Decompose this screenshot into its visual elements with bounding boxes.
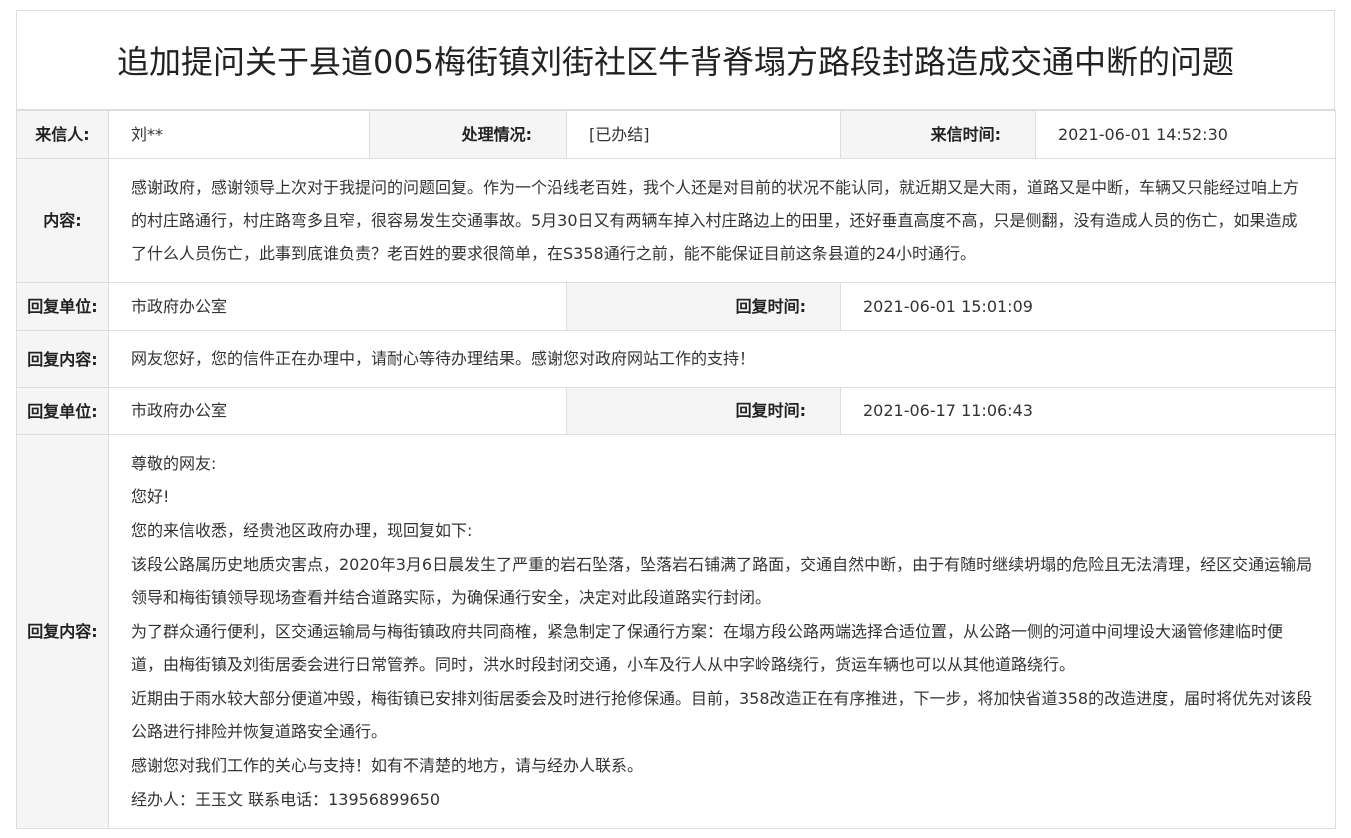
reply1-content-row: 回复内容: 网友您好，您的信件正在办理中，请耐心等待办理结果。感谢您对政府网站工… <box>16 330 1336 388</box>
content-text: 感谢政府，感谢领导上次对于我提问的问题回复。作为一个沿线老百姓，我个人还是对目前… <box>108 158 1336 283</box>
letter-page: 追加提问关于县道005梅街镇刘街社区牛背脊塌方路段封路造成交通中断的问题 来信人… <box>16 10 1336 829</box>
sender-label: 来信人: <box>16 110 109 159</box>
reply2-time-value: 2021-06-17 11:06:43 <box>840 387 1336 435</box>
letter-time-value: 2021-06-01 14:52:30 <box>1035 110 1336 159</box>
reply-paragraph: 您的来信收悉，经贵池区政府办理，现回复如下: <box>131 520 473 540</box>
reply1-unit-row: 回复单位: 市政府办公室 回复时间: 2021-06-01 15:01:09 <box>16 282 1336 331</box>
reply-paragraph: 为了群众通行便利，区交通运输局与梅街镇政府共同商榷，紧急制定了保通行方案：在塌方… <box>131 621 1284 675</box>
reply-paragraph: 该段公路属历史地质灾害点，2020年3月6日晨发生了严重的岩石坠落，坠落岩石铺满… <box>131 554 1313 608</box>
reply1-unit-value: 市政府办公室 <box>108 282 567 331</box>
content-row: 内容: 感谢政府，感谢领导上次对于我提问的问题回复。作为一个沿线老百姓，我个人还… <box>16 158 1336 283</box>
reply2-unit-label: 回复单位: <box>16 387 109 435</box>
letter-time-label: 来信时间: <box>840 110 1036 159</box>
reply2-unit-row: 回复单位: 市政府办公室 回复时间: 2021-06-17 11:06:43 <box>16 387 1336 435</box>
reply2-unit-value: 市政府办公室 <box>108 387 567 435</box>
reply-paragraph: 您好! <box>131 487 170 507</box>
status-label: 处理情况: <box>369 110 567 159</box>
reply-paragraph: 感谢您对我们工作的关心与支持！如有不清楚的地方，请与经办人联系。 <box>131 756 644 776</box>
letter-table: 来信人: 刘** 处理情况: [已办结] 来信时间: 2021-06-01 14… <box>16 110 1336 829</box>
reply2-time-label: 回复时间: <box>566 387 841 435</box>
page-title: 追加提问关于县道005梅街镇刘街社区牛背脊塌方路段封路造成交通中断的问题 <box>116 43 1235 81</box>
content-label: 内容: <box>16 158 109 283</box>
reply1-time-label: 回复时间: <box>566 282 841 331</box>
title-box: 追加提问关于县道005梅街镇刘街社区牛背脊塌方路段封路造成交通中断的问题 <box>16 10 1335 110</box>
reply-paragraph: 经办人：王玉文 联系电话：13956899650 <box>131 789 441 809</box>
reply1-unit-label: 回复单位: <box>16 282 109 331</box>
sender-row: 来信人: 刘** 处理情况: [已办结] 来信时间: 2021-06-01 14… <box>16 110 1336 159</box>
reply-paragraph: 近期由于雨水较大部分便道冲毁，梅街镇已安排刘街居委会及时进行抢修保通。目前，35… <box>131 688 1313 742</box>
sender-value: 刘** <box>108 110 370 159</box>
reply1-time-value: 2021-06-01 15:01:09 <box>840 282 1336 331</box>
status-value: [已办结] <box>566 110 841 159</box>
reply1-content-label: 回复内容: <box>16 330 109 388</box>
reply-paragraph: 尊敬的网友: <box>131 453 217 473</box>
reply1-content-text: 网友您好，您的信件正在办理中，请耐心等待办理结果。感谢您对政府网站工作的支持！ <box>108 330 1336 388</box>
reply2-content-body: 尊敬的网友: 您好! 您的来信收悉，经贵池区政府办理，现回复如下: 该段公路属历… <box>108 434 1336 829</box>
reply2-content-label: 回复内容: <box>16 434 109 829</box>
reply2-content-row: 回复内容: 尊敬的网友: 您好! 您的来信收悉，经贵池区政府办理，现回复如下: … <box>16 434 1336 829</box>
